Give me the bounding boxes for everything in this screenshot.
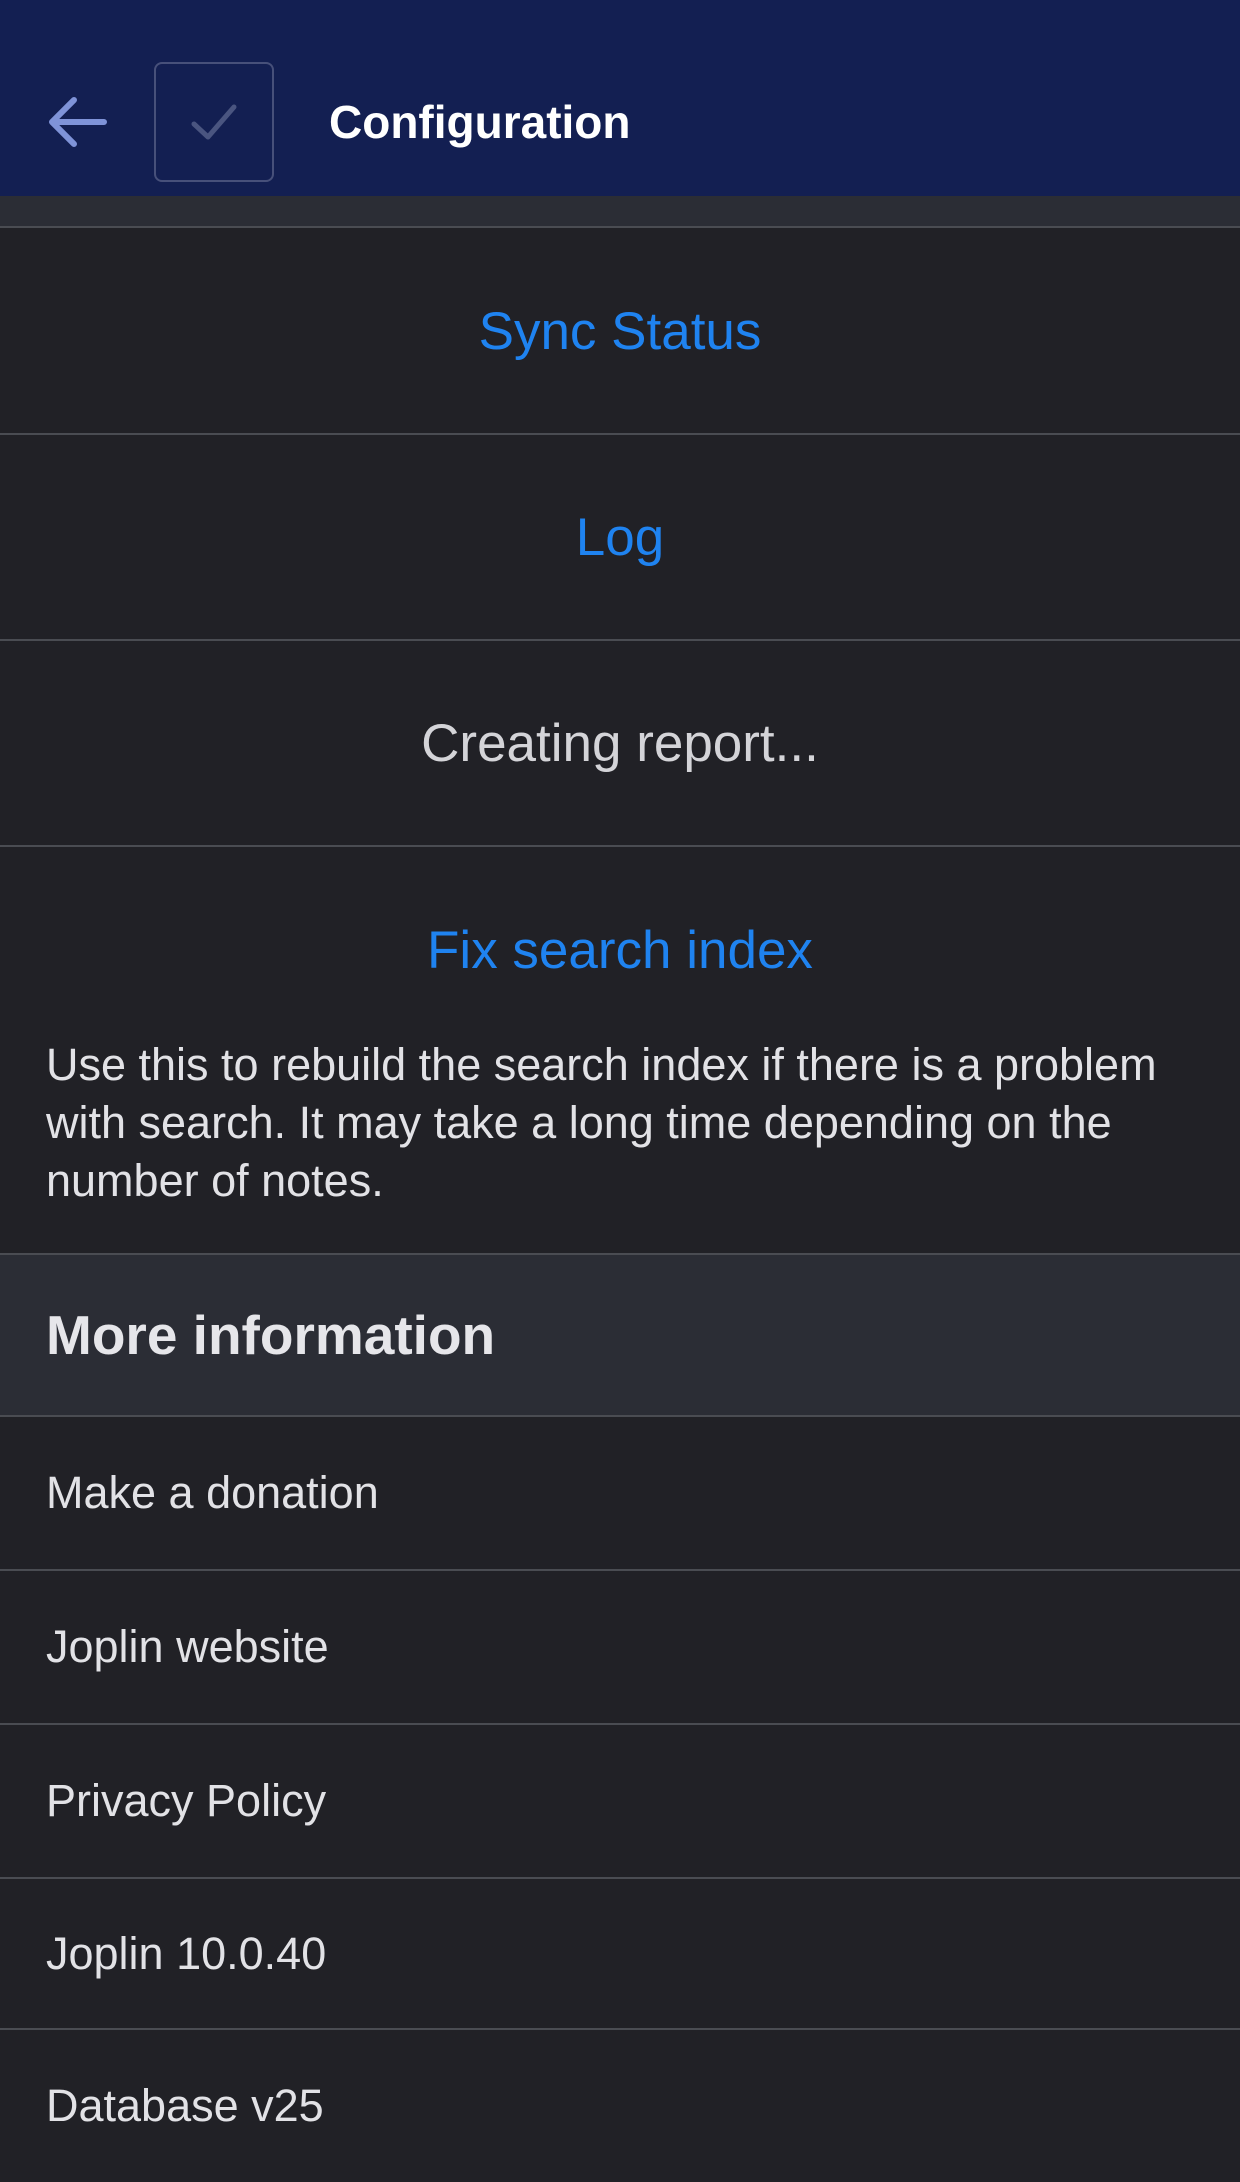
list-item-label: Make a donation: [46, 1467, 379, 1518]
save-button[interactable]: [154, 62, 274, 182]
make-donation-item[interactable]: Make a donation: [0, 1417, 1240, 1569]
list-item-label: Privacy Policy: [46, 1775, 327, 1826]
list-item-label: Joplin website: [46, 1621, 329, 1672]
privacy-policy-item[interactable]: Privacy Policy: [0, 1725, 1240, 1877]
divider: [0, 845, 1240, 847]
top-app-bar: Configuration: [0, 0, 1240, 196]
list-item-label: Database v25: [46, 2080, 324, 2131]
database-version-item: Database v25: [0, 2030, 1240, 2182]
back-button[interactable]: [36, 82, 116, 162]
joplin-website-item[interactable]: Joplin website: [0, 1571, 1240, 1723]
section-strip: [0, 196, 1240, 228]
section-title: More information: [46, 1304, 496, 1366]
app-version-item: Joplin 10.0.40: [0, 1878, 1240, 2030]
fix-search-index-button[interactable]: Fix search index: [0, 880, 1240, 1020]
checkmark-icon: [191, 104, 237, 140]
list-item-label: Joplin 10.0.40: [46, 1928, 327, 1979]
sync-status-button[interactable]: Sync Status: [0, 228, 1240, 434]
log-button[interactable]: Log: [0, 435, 1240, 640]
section-header-more-information: More information: [0, 1255, 1240, 1415]
fix-search-index-description: Use this to rebuild the search index if …: [46, 1039, 1157, 1206]
page-title: Configuration: [329, 96, 631, 148]
create-report-button[interactable]: Creating report...: [0, 641, 1240, 846]
arrow-left-icon: [49, 97, 107, 147]
